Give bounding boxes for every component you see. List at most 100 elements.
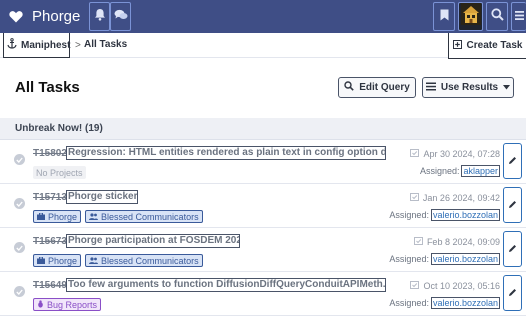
- create-task-button[interactable]: Create Task: [448, 33, 526, 59]
- search-button[interactable]: [486, 2, 508, 31]
- task-title-link[interactable]: Regression: HTML entities rendered as pl…: [66, 146, 386, 160]
- status-check-icon: [14, 154, 25, 165]
- plus-square-icon: [452, 39, 462, 52]
- status-check-icon: [14, 286, 25, 297]
- project-tag-label: Bug Reports: [47, 299, 98, 310]
- project-tag[interactable]: Blessed Communicators: [85, 254, 203, 267]
- priority-group-label: Unbreak Now! (19): [15, 123, 103, 134]
- breadcrumb-separator: >: [75, 40, 81, 51]
- project-tag[interactable]: Bug Reports: [33, 298, 102, 311]
- assigned-label: Assigned:: [389, 254, 429, 264]
- avatar: [460, 3, 481, 30]
- project-tag[interactable]: Phorge: [33, 210, 82, 223]
- table-row[interactable]: T15649 Too few arguments to function Dif…: [0, 272, 526, 316]
- task-title-link[interactable]: Too few arguments to function DiffusionD…: [66, 278, 386, 292]
- heart-icon: [0, 10, 32, 23]
- main-menu-button[interactable]: [511, 2, 526, 31]
- task-date-text: Oct 10 2023, 05:16: [423, 280, 500, 291]
- messages-button[interactable]: [110, 2, 131, 31]
- task-title-link[interactable]: Phorge stickers: [66, 190, 138, 204]
- bug-icon: [37, 299, 44, 310]
- task-date: Apr 30 2024, 07:28: [410, 148, 500, 159]
- create-task-label: Create Task: [466, 40, 523, 51]
- chat-bubbles-icon: [114, 8, 128, 26]
- hamburger-menu-icon: [514, 8, 524, 26]
- task-id: T15649: [33, 280, 67, 291]
- users-icon: [89, 212, 99, 222]
- edit-query-button[interactable]: Edit Query: [338, 77, 416, 98]
- task-assignee: Assigned: valerio.bozzolan: [389, 297, 500, 309]
- table-row[interactable]: T15713 Phorge stickers Phorge Blessed Co…: [0, 184, 526, 228]
- table-row[interactable]: T15673 Phorge participation at FOSDEM 20…: [0, 228, 526, 272]
- task-assignee: Assigned: valerio.bozzolan: [389, 209, 500, 221]
- edit-task-button[interactable]: [503, 231, 522, 267]
- project-tag: No Projects: [33, 166, 86, 179]
- breadcrumb-app-label: Maniphest: [21, 39, 71, 51]
- calendar-check-icon: [410, 280, 420, 291]
- notifications-button[interactable]: [89, 2, 110, 31]
- project-tag-label: Blessed Communicators: [101, 211, 199, 222]
- table-row[interactable]: T15802 Regression: HTML entities rendere…: [0, 140, 526, 184]
- task-assignee: Assigned: valerio.bozzolan: [389, 253, 500, 265]
- edit-task-button[interactable]: [503, 275, 522, 311]
- use-results-label: Use Results: [440, 82, 499, 93]
- briefcase-icon: [37, 256, 45, 266]
- project-tag-label: Phorge: [48, 255, 78, 266]
- task-date-text: Feb 8 2024, 09:09: [426, 236, 500, 247]
- task-assignee: Assigned: aklapper: [420, 165, 500, 177]
- edit-query-label: Edit Query: [359, 82, 410, 93]
- task-id: T15802: [33, 148, 67, 159]
- top-navigation-bar: Phorge: [0, 0, 526, 33]
- calendar-check-icon: [413, 236, 423, 247]
- task-tags: Phorge Blessed Communicators: [33, 254, 203, 267]
- home-link[interactable]: Phorge: [0, 0, 86, 33]
- briefcase-icon: [37, 212, 45, 222]
- assigned-label: Assigned:: [389, 298, 429, 308]
- assignee-link[interactable]: valerio.bozzolan: [430, 209, 500, 221]
- project-tag-label: Blessed Communicators: [101, 255, 199, 266]
- project-tag[interactable]: Blessed Communicators: [85, 210, 203, 223]
- project-tag[interactable]: Phorge: [33, 254, 82, 267]
- edit-task-button[interactable]: [503, 143, 522, 179]
- status-check-icon: [14, 242, 25, 253]
- search-icon: [344, 81, 354, 94]
- pencil-icon: [508, 284, 517, 302]
- task-date: Feb 8 2024, 09:09: [413, 236, 500, 247]
- search-icon: [490, 7, 504, 26]
- task-tags: Phorge Blessed Communicators: [33, 210, 203, 223]
- edit-task-button[interactable]: [503, 187, 522, 223]
- task-id: T15673: [33, 236, 67, 247]
- page-title: All Tasks: [15, 79, 80, 96]
- priority-group-header: Unbreak Now! (19): [0, 118, 526, 140]
- anchor-icon: [7, 38, 17, 52]
- pencil-icon: [508, 240, 517, 258]
- assigned-label: Assigned:: [419, 166, 460, 176]
- task-tags: Bug Reports: [33, 298, 102, 311]
- assignee-link[interactable]: valerio.bozzolan: [430, 297, 500, 309]
- task-date-text: Jan 26 2024, 09:42: [422, 192, 500, 203]
- task-tags: No Projects: [33, 166, 86, 179]
- assignee-link[interactable]: aklapper: [461, 165, 500, 177]
- app-name: Phorge: [32, 8, 81, 25]
- breadcrumb-maniphest-link[interactable]: Maniphest: [3, 33, 70, 58]
- list-icon: [425, 82, 436, 94]
- assigned-label: Assigned:: [389, 210, 429, 220]
- users-icon: [89, 256, 99, 266]
- bookmarks-button[interactable]: [433, 2, 455, 31]
- use-results-button[interactable]: Use Results: [422, 77, 514, 98]
- task-title-link[interactable]: Phorge participation at FOSDEM 2024: [66, 234, 240, 248]
- task-date: Jan 26 2024, 09:42: [409, 192, 500, 203]
- bell-icon: [94, 8, 106, 26]
- project-tag-label: Phorge: [48, 211, 78, 222]
- pencil-icon: [508, 196, 517, 214]
- breadcrumb-current: All Tasks: [84, 39, 128, 50]
- user-avatar-button[interactable]: [458, 2, 483, 31]
- assignee-link[interactable]: valerio.bozzolan: [430, 253, 500, 265]
- calendar-check-icon: [409, 192, 419, 203]
- calendar-check-icon: [410, 148, 420, 159]
- pencil-icon: [508, 152, 517, 170]
- task-date: Oct 10 2023, 05:16: [410, 280, 500, 291]
- task-date-text: Apr 30 2024, 07:28: [423, 148, 500, 159]
- status-check-icon: [14, 198, 25, 209]
- caret-down-icon: [503, 82, 511, 93]
